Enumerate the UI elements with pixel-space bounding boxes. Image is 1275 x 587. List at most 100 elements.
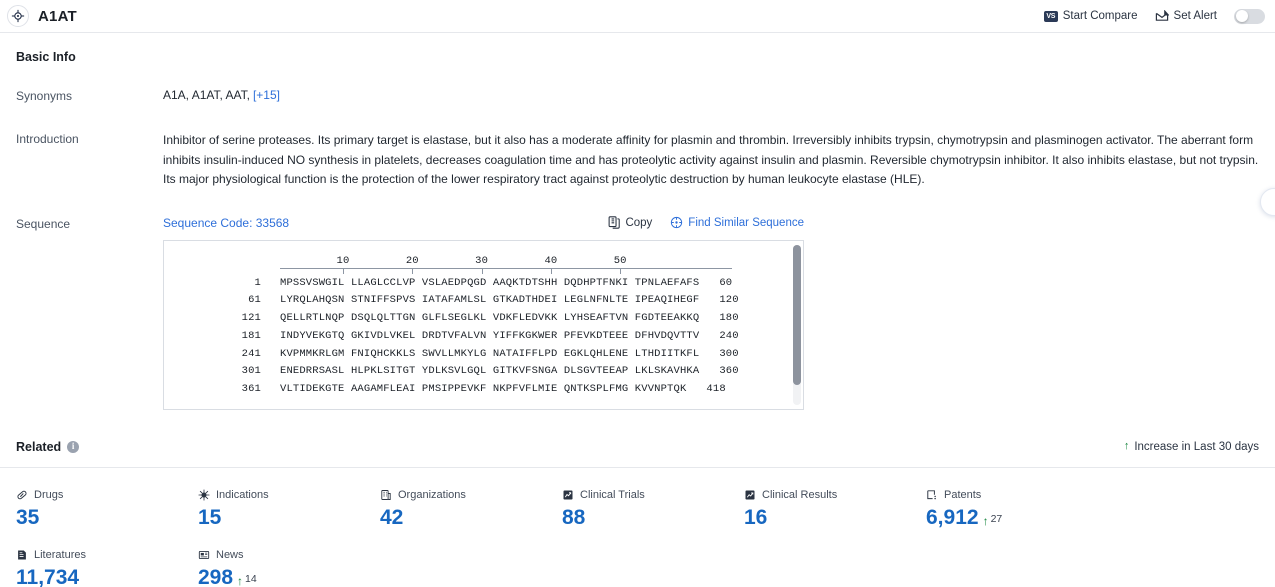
sequence-line: 241 KVPMMKRLGM FNIQHCKKLS SWVLLMKYLG NATA… [164, 348, 803, 366]
stat-value: 6,912 [926, 505, 979, 529]
synonyms-list: A1A, A1AT, AAT, [163, 88, 250, 102]
sequence-content: 10 20 30 40 50 1 MPSSVSWGIL LLAGLCCLVP VSLAED… [164, 241, 803, 402]
stat-card-drugs[interactable]: Drugs 35 [16, 489, 198, 530]
increase-legend: ↑ Increase in Last 30 days [1124, 441, 1259, 453]
sequence-label: Sequence [16, 216, 71, 231]
sequence-line-end: 180 [719, 312, 739, 325]
vs-badge-icon: VS [1043, 10, 1058, 22]
synonyms-value-group: A1A, A1AT, AAT, [+15] [163, 88, 1259, 102]
sequence-line-residues: MPSSVSWGIL LLAGLCCLVP VSLAEDPQGD AAQKTDT… [280, 276, 700, 289]
synonyms-label: Synonyms [16, 89, 73, 103]
target-icon [7, 5, 29, 27]
start-compare-label: Start Compare [1062, 10, 1138, 22]
stat-card-clinical-results[interactable]: Clinical Results 16 [744, 489, 926, 530]
ruler-tick-label: 10 [336, 254, 350, 267]
sequence-line-start: 241 [241, 347, 261, 360]
stat-card-indications[interactable]: Indications 15 [198, 489, 380, 530]
sequence-line-end: 418 [706, 383, 726, 396]
page-title: A1AT [38, 7, 77, 25]
sequence-line-start: 61 [248, 294, 261, 307]
stat-card-patents[interactable]: Patents 6,912 ↑ 27 [926, 489, 1108, 530]
arrow-up-icon: ↑ [237, 573, 244, 587]
copy-sequence-button[interactable]: Copy [608, 216, 652, 229]
start-compare-button[interactable]: VS Start Compare [1043, 10, 1138, 22]
synonyms-more-link[interactable]: [+15] [253, 88, 280, 102]
stat-value-group: 42 [380, 506, 562, 530]
sequence-ruler: 10 20 30 40 50 [280, 251, 732, 277]
stat-value: 88 [562, 505, 586, 529]
sequence-line-residues: LYRQLAHQSN STNIFFSPVS IATAFAMLSL GTKADTH… [280, 294, 700, 307]
sequence-line-residues: INDYVEKGTQ GKIVDLVKEL DRDTVFALVN YIFFKGK… [280, 329, 700, 342]
sequence-lines: 1 MPSSVSWGIL LLAGLCCLVP VSLAEDPQGD AAQKTD… [164, 277, 803, 402]
sequence-line-start: 1 [254, 276, 261, 289]
sequence-line-end: 360 [719, 365, 739, 378]
sequence-line-residues: VLTIDEKGTE AAGAMFLEAI PMSIPPEVKF NKPFVFL… [280, 383, 687, 396]
stat-label: Patents [944, 488, 982, 501]
sequence-code-link[interactable]: Sequence Code: 33568 [163, 216, 289, 230]
ruler-tick [620, 268, 622, 274]
increase-legend-label: Increase in Last 30 days [1134, 440, 1259, 453]
sequence-line: 1 MPSSVSWGIL LLAGLCCLVP VSLAEDPQGD AAQKTD… [164, 277, 803, 295]
stat-header: Organizations [380, 489, 562, 501]
info-icon[interactable]: i [67, 440, 80, 453]
set-alert-label: Set Alert [1173, 10, 1217, 22]
sequence-line-end: 300 [719, 347, 739, 360]
stat-value-group: 6,912 ↑ 27 [926, 506, 1108, 530]
building-icon [380, 489, 392, 501]
sequence-line-end: 240 [719, 329, 739, 342]
ruler-tick-label: 50 [613, 254, 627, 267]
virus-icon [198, 488, 210, 501]
stat-label: Clinical Trials [580, 488, 645, 501]
sequence-scrollbar[interactable] [793, 244, 801, 405]
introduction-row: Introduction Inhibitor of serine proteas… [16, 131, 1259, 190]
stat-card-organizations[interactable]: Organizations 42 [380, 489, 562, 530]
stat-card-news[interactable]: News 298 ↑ 14 [198, 549, 380, 587]
find-similar-label: Find Similar Sequence [688, 216, 804, 229]
side-float-button[interactable] [1260, 188, 1275, 216]
stat-increase-value: 14 [245, 572, 257, 585]
ruler-tick-label: 20 [405, 254, 419, 267]
alert-toggle-switch[interactable] [1234, 8, 1265, 24]
copy-label: Copy [625, 216, 653, 229]
sequence-line-residues: QELLRTLNQP DSQLQLTTGN GLFLSEGLKL VDKFLED… [280, 312, 700, 325]
sequence-header: Sequence Code: 33568 Copy Find Similar S… [163, 216, 804, 230]
sequence-scrollbar-thumb[interactable] [793, 244, 801, 385]
stat-label: Organizations [398, 488, 466, 501]
news-icon [198, 549, 210, 561]
clinical-trial-icon [562, 489, 574, 501]
stat-value-group: 88 [562, 506, 744, 530]
stat-value-group: 35 [16, 506, 198, 530]
sequence-line-residues: KVPMMKRLGM FNIQHCKKLS SWVLLMKYLG NATAIFF… [280, 347, 700, 360]
sequence-line-start: 361 [241, 383, 261, 396]
introduction-text: Inhibitor of serine proteases. Its prima… [163, 133, 1259, 186]
sequence-line: 121 QELLRTLNQP DSQLQLTTGN GLFLSEGLKL VDKF… [164, 312, 803, 330]
sequence-line-residues: ENEDRRSASL HLPKLSITGT YDLKSVLGQL GITKVFS… [280, 365, 700, 378]
find-similar-sequence-button[interactable]: Find Similar Sequence [670, 216, 804, 229]
stat-increase-value: 27 [990, 512, 1003, 525]
top-header-bar: A1AT VS Start Compare Set Alert [0, 0, 1275, 33]
arrow-up-icon: ↑ [982, 513, 989, 528]
stat-header: Clinical Trials [562, 489, 744, 501]
page-content: Basic Info Synonyms A1A, A1AT, AAT, [+15]… [0, 33, 1275, 587]
stat-label: Literatures [34, 548, 86, 561]
related-title-text: Related [16, 439, 62, 454]
basic-info-title-text: Basic Info [16, 50, 76, 64]
ruler-line [280, 267, 732, 269]
stat-value-group: 11,734 [16, 566, 198, 587]
stat-increase-badge: ↑ 14 [237, 572, 257, 587]
set-alert-button[interactable]: Set Alert [1155, 10, 1217, 22]
ruler-tick-label: 40 [544, 254, 558, 267]
related-stats-grid: Drugs 35 Indications 15 Organizations 42 Clini… [16, 468, 1259, 587]
stat-value-group: 15 [198, 506, 380, 530]
stat-card-clinical-trials[interactable]: Clinical Trials 88 [562, 489, 744, 530]
pill-icon [16, 489, 28, 501]
stat-value-group: 298 ↑ 14 [198, 566, 380, 587]
stat-label: News [216, 548, 244, 561]
sequence-line-start: 181 [241, 329, 261, 342]
sequence-tools: Copy Find Similar Sequence [608, 216, 804, 229]
sequence-line-end: 120 [719, 294, 739, 307]
stat-card-literatures[interactable]: Literatures 11,734 [16, 549, 198, 587]
patent-icon [926, 489, 938, 501]
stat-header: Clinical Results [744, 489, 926, 501]
sequence-viewer[interactable]: 10 20 30 40 50 1 MPSSVSWGIL LLAGLCCLVP VSLAED… [163, 239, 804, 410]
